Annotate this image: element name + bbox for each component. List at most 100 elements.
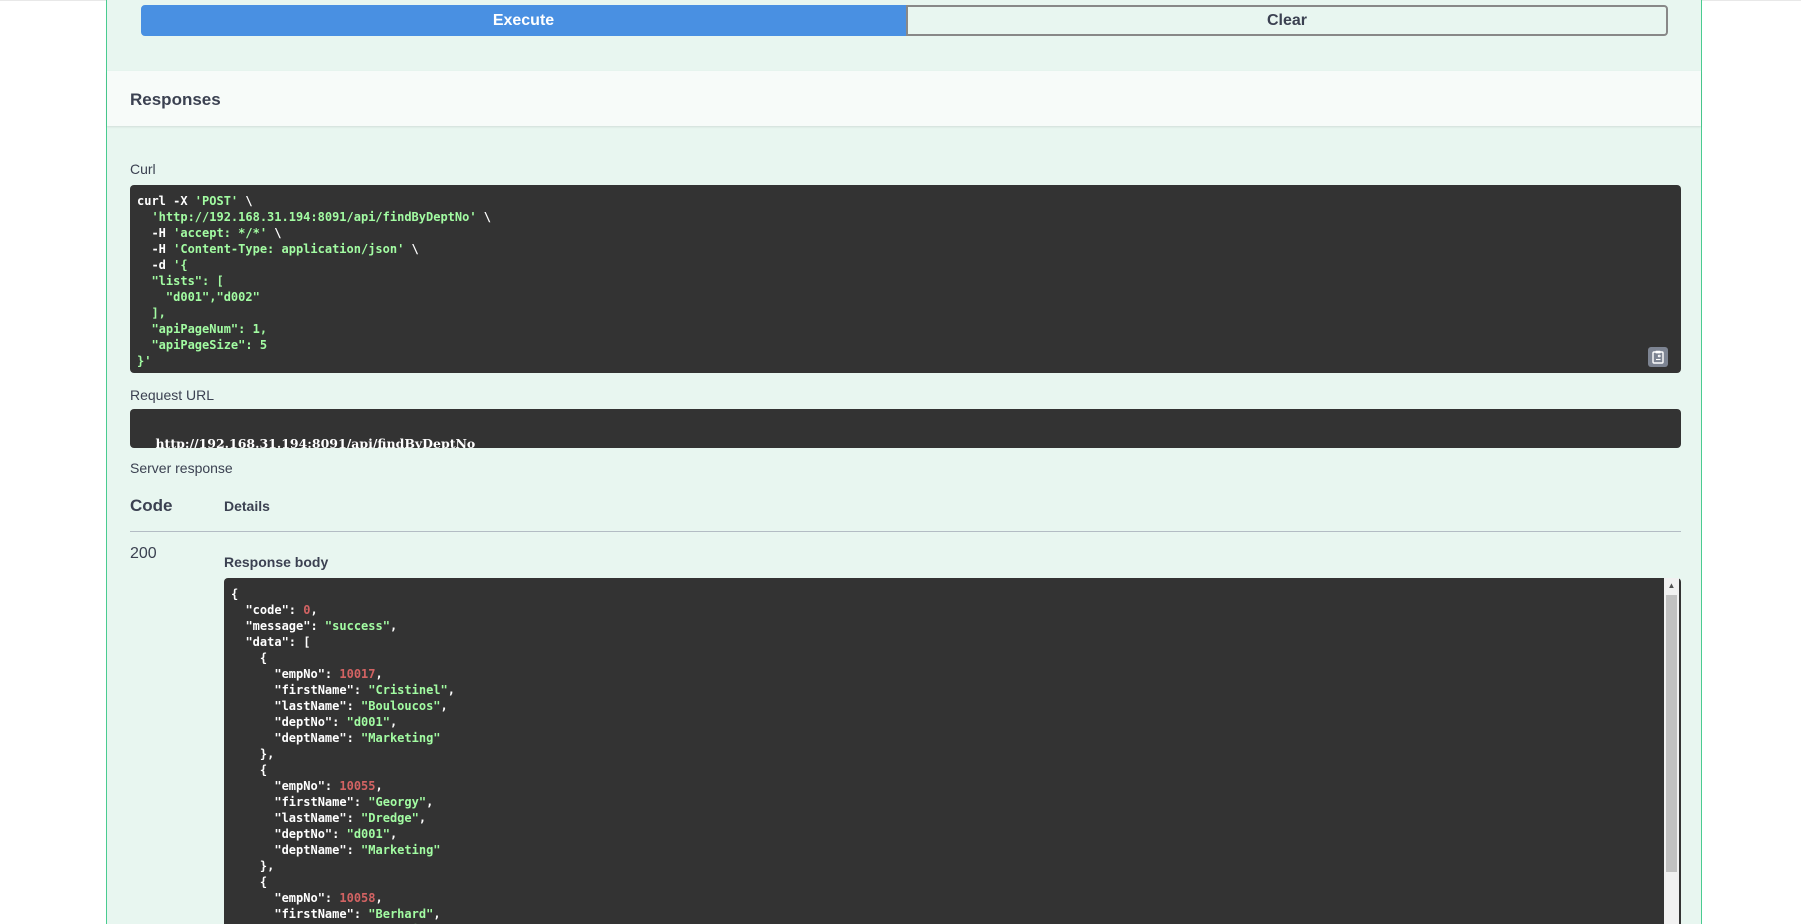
code-token: "firstName": [231,683,369,697]
curl-label: Curl [130,161,156,177]
curl-line: -H 'accept: */*' \ [137,225,1674,241]
response-line: "firstName": "Cristinel", [231,682,1674,698]
code-token: , [375,667,383,681]
code-token: "empNo": [231,667,340,681]
code-token: , [447,683,455,697]
scroll-thumb[interactable] [1666,595,1677,872]
code-token: { [231,875,268,889]
copy-to-clipboard-button[interactable] [1648,347,1668,367]
code-token: , [433,907,441,921]
code-token: 'POST' [194,194,239,208]
details-column-header: Details [224,498,270,514]
code-token: { [231,587,239,601]
curl-line: -H 'Content-Type: application/json' \ [137,241,1674,257]
curl-line: }' [137,353,1674,369]
code-token: , [389,715,398,729]
response-line: }, [231,858,1674,874]
code-token: 10055 [339,779,376,793]
code-token: "deptName": [231,731,362,745]
code-token: , [389,619,398,633]
code-token: }, [231,859,275,873]
execute-wrapper: Execute Clear [141,5,1668,36]
code-token: "d001" [346,715,390,729]
code-token: "message": [231,619,325,633]
response-line: { [231,762,1674,778]
curl-line: "lists": [ [137,273,1674,289]
code-token: "apiPageSize": 5 [137,338,268,352]
response-line: "empNo": 10017, [231,666,1674,682]
code-token: , [375,779,383,793]
response-line: "empNo": 10058, [231,890,1674,906]
response-line: { [231,586,1674,602]
response-line: { [231,650,1674,666]
response-line: "message": "success", [231,618,1674,634]
code-token: "d001" [346,827,390,841]
request-url-value[interactable]: http://192.168.31.194:8091/api/findByDep… [130,409,1681,448]
code-token: "firstName": [231,907,369,921]
code-token: "Dredge" [361,811,419,825]
responses-title: Responses [130,90,221,109]
code-token: \ [238,194,253,208]
code-token: , [375,891,383,905]
curl-line: "apiPageNum": 1, [137,321,1674,337]
code-token: '{ [173,258,188,272]
code-token: "Bouloucos" [361,699,441,713]
code-token: \ [476,210,492,224]
code-token: curl -X [137,194,195,208]
code-token: "empNo": [231,779,340,793]
response-body-scrollbar[interactable]: ▲ [1664,578,1679,924]
execute-button[interactable]: Execute [141,5,906,36]
response-line: "lastName": "Dredge", [231,810,1674,826]
code-token: , [389,827,398,841]
code-token: , [310,603,318,617]
code-token: -H [137,226,174,240]
code-token: , [426,795,434,809]
code-token: { [231,651,268,665]
code-token: "d001","d002" [137,290,260,304]
code-token: { [231,763,268,777]
code-token: "Berhard" [368,907,434,921]
code-token: "code": [231,603,304,617]
code-token: , [440,699,448,713]
code-token: 10017 [339,667,376,681]
code-token: "success" [324,619,390,633]
server-response-label: Server response [130,460,233,476]
curl-line: 'http://192.168.31.194:8091/api/findByDe… [137,209,1674,225]
clear-button[interactable]: Clear [906,5,1668,36]
response-body-label: Response body [224,554,329,570]
response-line: "deptNo": "d001", [231,826,1674,842]
response-line: "empNo": 10055, [231,778,1674,794]
code-token: 'accept: */*' [173,226,268,240]
code-token: }, [231,747,275,761]
response-line: "deptName": "Marketing" [231,842,1674,858]
code-token: "lastName": [231,699,362,713]
response-line: "firstName": "Georgy", [231,794,1674,810]
curl-line: curl -X 'POST' \ [137,193,1674,209]
response-line: "code": 0, [231,602,1674,618]
code-token: , [418,811,427,825]
response-line: "firstName": "Berhard", [231,906,1674,922]
curl-line: -d '{ [137,257,1674,273]
response-line: { [231,874,1674,890]
code-token: "deptNo": [231,827,347,841]
scroll-up-arrow-icon[interactable]: ▲ [1664,578,1679,592]
code-token: "Marketing" [361,843,441,857]
status-code: 200 [130,545,157,562]
code-token: 10058 [339,891,376,905]
curl-line: "apiPageSize": 5 [137,337,1674,353]
code-column-header: Code [130,496,173,515]
code-token: "empNo": [231,891,340,905]
code-token: "data": [ [231,635,311,649]
response-line: "lastName": "Bouloucos", [231,698,1674,714]
code-token: }' [137,354,152,368]
curl-code-block[interactable]: curl -X 'POST' \ 'http://192.168.31.194:… [130,185,1681,373]
response-body-code[interactable]: { "code": 0, "message": "success", "data… [224,578,1681,924]
response-line: "data": [ [231,634,1674,650]
code-token: "deptName": [231,843,362,857]
code-token: 'Content-Type: application/json' [173,242,405,256]
code-token: "lastName": [231,811,362,825]
code-token: \ [267,226,282,240]
code-token: "firstName": [231,795,369,809]
table-header-divider [130,531,1681,532]
response-line: "deptNo": "d001", [231,714,1674,730]
